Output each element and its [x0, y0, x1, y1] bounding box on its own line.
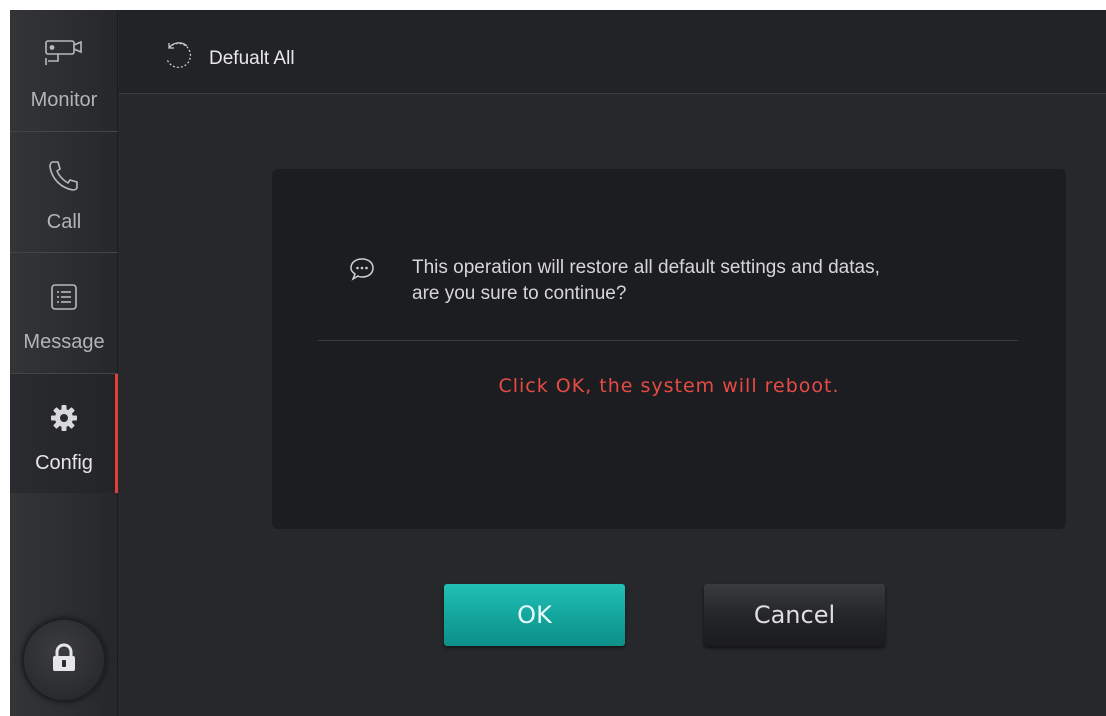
sidebar-item-config[interactable]: Config	[10, 374, 118, 493]
ok-button[interactable]: OK	[444, 584, 625, 646]
dialog-message-line1: This operation will restore all default …	[412, 257, 880, 278]
page-title: Defualt All	[209, 48, 295, 69]
restore-icon	[163, 40, 193, 70]
lock-icon	[51, 642, 77, 678]
sidebar: Monitor Call Message Config	[10, 10, 118, 716]
dialog-message-line2: are you sure to continue?	[412, 283, 627, 304]
sidebar-item-monitor[interactable]: Monitor	[10, 10, 118, 131]
cancel-button[interactable]: Cancel	[704, 584, 885, 646]
message-list-icon	[44, 277, 84, 317]
camera-icon	[44, 36, 84, 76]
sidebar-item-call[interactable]: Call	[10, 132, 118, 253]
active-indicator	[115, 374, 118, 493]
sidebar-item-message[interactable]: Message	[10, 253, 118, 374]
dialog-divider	[318, 340, 1018, 341]
chat-bubble-icon	[348, 256, 376, 282]
sidebar-item-label: Monitor	[30, 89, 98, 111]
screen: Monitor Call Message Config Defualt All …	[10, 10, 1106, 716]
dialog-message: This operation will restore all default …	[412, 255, 1032, 307]
lock-button[interactable]	[22, 618, 106, 702]
sidebar-item-label: Config	[35, 452, 93, 474]
sidebar-item-label: Call	[46, 211, 82, 233]
phone-icon	[44, 156, 84, 196]
gear-icon	[44, 398, 84, 438]
confirm-dialog: This operation will restore all default …	[272, 169, 1066, 529]
sidebar-item-label: Message	[23, 331, 105, 353]
page-header: Defualt All	[119, 10, 1106, 94]
reboot-warning: Click OK, the system will reboot.	[498, 375, 840, 397]
